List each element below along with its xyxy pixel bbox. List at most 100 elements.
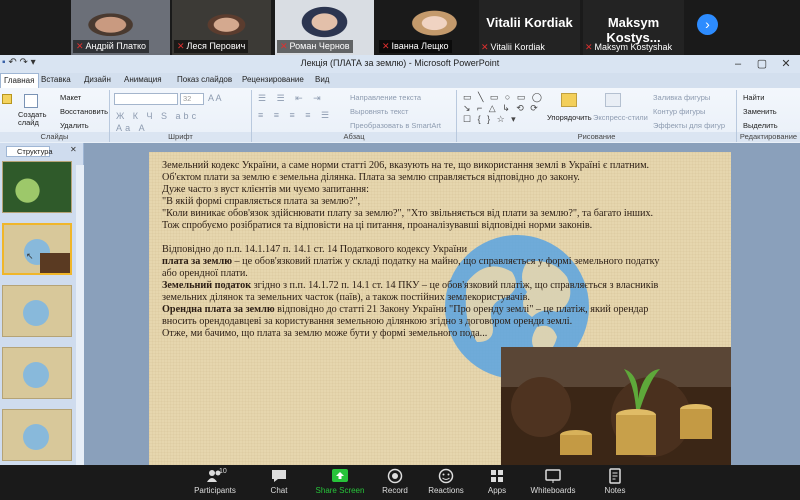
record-icon — [386, 468, 404, 484]
arrange-icon[interactable] — [561, 93, 577, 107]
slide-thumbnail-5[interactable] — [2, 409, 72, 461]
slide-thumbnail-3[interactable] — [2, 285, 72, 337]
layout-button[interactable]: Макет — [60, 93, 81, 102]
chevron-right-icon: › — [705, 16, 710, 32]
quick-styles-icon[interactable] — [605, 93, 621, 107]
mic-off-icon: ✕ — [481, 42, 489, 52]
slide-line-4: "В якій формі справляється плата за земл… — [162, 196, 361, 207]
thumbnail-image — [3, 162, 71, 212]
slides-panel: Структура ✕ ↖ — [0, 143, 84, 465]
format-buttons[interactable]: Ж К Ч S abc — [116, 111, 199, 121]
shape-fill-button[interactable]: Заливка фигуры — [653, 93, 710, 102]
participant-tile-1[interactable]: ✕ Леся Перович — [172, 0, 271, 55]
notes-icon — [606, 468, 624, 484]
slide-editor-area: Земельний кодекс України, а саме норми с… — [84, 143, 800, 465]
align-text-button[interactable]: Выровнять текст — [350, 107, 408, 116]
chat-icon — [270, 468, 288, 484]
meeting-controls: Participants 10 Chat Share Screen Record… — [0, 465, 800, 500]
align-buttons[interactable]: ≡ ≡ ≡ ≡ ☰ — [258, 110, 333, 121]
list-buttons[interactable]: ☰ ☰ ⇤ ⇥ — [258, 93, 325, 104]
quick-styles-button[interactable]: Экспресс-стили — [593, 113, 648, 122]
delete-button[interactable]: Удалить — [60, 121, 89, 130]
participant-name: Vitalii Kordiak — [490, 42, 545, 52]
slide-line-11: земельних ділянок та земельних часток (п… — [162, 292, 530, 303]
participant-tile-4[interactable]: Vitalii Kordiak ✕ Vitalii Kordiak — [479, 0, 580, 55]
shape-effects-button[interactable]: Эффекты для фигур — [653, 121, 725, 130]
apps-button[interactable]: Apps — [482, 468, 512, 495]
new-slide-button[interactable]: Создать слайд — [18, 111, 48, 127]
tab-animation[interactable]: Анимация — [124, 75, 162, 84]
participant-tile-5[interactable]: Maksym Kostys... ✕ Maksym Kostyshak — [583, 0, 684, 55]
slide-line-9: або орендної плати. — [162, 268, 248, 279]
new-slide-icon[interactable] — [24, 94, 38, 108]
globe-icon — [23, 362, 49, 388]
slide-line-5: "Коли виникає обов'язок здійснювати плат… — [162, 208, 654, 219]
chat-button[interactable]: Chat — [262, 468, 296, 495]
whiteboards-button[interactable]: Whiteboards — [528, 468, 578, 495]
replace-button[interactable]: Заменить — [743, 107, 777, 116]
close-button[interactable]: ✕ — [774, 56, 798, 72]
participants-button[interactable]: Participants 10 — [187, 468, 243, 495]
participant-tile-3[interactable]: ✕ Іванна Лещко — [377, 0, 476, 55]
slide-line-3: Дуже часто з вуст клієнтів ми чуємо запи… — [162, 184, 369, 195]
tab-design[interactable]: Дизайн — [84, 75, 111, 84]
tab-home[interactable]: Главная — [0, 73, 40, 88]
thumbnail-image — [40, 253, 70, 273]
paste-icon[interactable] — [2, 94, 12, 104]
maximize-button[interactable]: ▢ — [750, 56, 774, 72]
notes-button[interactable]: Notes — [600, 468, 630, 495]
apps-icon — [488, 468, 506, 484]
paragraph-group: ☰ ☰ ⇤ ⇥ ≡ ≡ ≡ ≡ ☰ Направление текста Выр… — [252, 90, 457, 142]
slide-line-2: Об'єктом плати за землю є земельна ділян… — [162, 172, 580, 183]
globe-icon — [23, 300, 49, 326]
shape-outline-button[interactable]: Контур фигуры — [653, 107, 705, 116]
minimize-button[interactable]: – — [726, 56, 750, 72]
ribbon-tabs: Главная Вставка Дизайн Анимация Показ сл… — [0, 73, 800, 88]
select-button[interactable]: Выделить — [743, 121, 778, 130]
tab-slideshow[interactable]: Показ слайдов — [177, 75, 232, 84]
close-panel-icon[interactable]: ✕ — [70, 145, 77, 154]
shapes-gallery[interactable]: ▭ ╲ ▭ ○ ▭ ◯ ↘ ⌐ △ ↳ ⟲ ⟳ ☐ { } ☆ ▾ — [463, 92, 544, 125]
font-name-field[interactable] — [114, 93, 178, 105]
group-label: Абзац — [252, 132, 456, 142]
grow-font-icon[interactable]: A A — [208, 93, 222, 103]
smartart-button[interactable]: Преобразовать в SmartArt — [350, 121, 441, 130]
font-size-field[interactable]: 32 — [180, 93, 204, 105]
slide-line-8: плата за землю – це обов'язковий платіж … — [162, 256, 660, 267]
slide-line-12: Орендна плата за землю відповідно до ста… — [162, 304, 649, 315]
mic-off-icon: ✕ — [177, 41, 185, 51]
tab-insert[interactable]: Вставка — [41, 75, 71, 84]
group-label: Слайды — [0, 132, 109, 142]
mic-off-icon: ✕ — [76, 41, 84, 51]
slide-line-6: Тож спробуємо розібратися та відповісти … — [162, 220, 593, 231]
reactions-icon — [437, 468, 455, 484]
slide-line-1: Земельний кодекс України, а саме норми с… — [162, 160, 650, 171]
participant-name: Іванна Лещко — [391, 41, 449, 51]
slide-line-13: вносить орендодавцеві за користування зе… — [162, 316, 573, 327]
participant-name: Леся Перович — [186, 41, 246, 51]
tab-review[interactable]: Рецензирование — [242, 75, 304, 84]
reset-button[interactable]: Восстановить — [60, 107, 108, 116]
reactions-button[interactable]: Reactions — [426, 468, 466, 495]
slide-thumbnail-2[interactable]: ↖ — [2, 223, 72, 275]
participant-tile-2[interactable]: ✕ Роман Чернов — [275, 0, 374, 55]
gallery-next-page-button[interactable]: › — [697, 14, 718, 35]
mic-off-icon: ✕ — [585, 42, 593, 52]
text-direction-button[interactable]: Направление текста — [350, 93, 421, 102]
arrange-button[interactable]: Упорядочить — [547, 113, 592, 122]
find-button[interactable]: Найти — [743, 93, 764, 102]
participant-tile-0[interactable]: ✕ Андрій Платко — [71, 0, 170, 55]
participant-name: Андрій Платко — [85, 41, 146, 51]
drawing-group: ▭ ╲ ▭ ○ ▭ ◯ ↘ ⌐ △ ↳ ⟲ ⟳ ☐ { } ☆ ▾ Упорядоч… — [457, 90, 737, 142]
outline-tab[interactable]: Структура — [6, 146, 53, 157]
share-screen-button[interactable]: Share Screen — [312, 468, 368, 495]
current-slide[interactable]: Земельний кодекс України, а саме норми с… — [149, 152, 731, 465]
record-button[interactable]: Record — [378, 468, 412, 495]
mic-off-icon: ✕ — [382, 41, 390, 51]
participant-name: Роман Чернов — [289, 41, 350, 51]
slide-thumbnail-4[interactable] — [2, 347, 72, 399]
share-screen-icon — [331, 468, 349, 484]
tab-view[interactable]: Вид — [315, 75, 329, 84]
slide-thumbnail-1[interactable] — [2, 161, 72, 213]
slide-line-10: Земельний податок згідно з п.п. 14.1.72 … — [162, 280, 659, 291]
